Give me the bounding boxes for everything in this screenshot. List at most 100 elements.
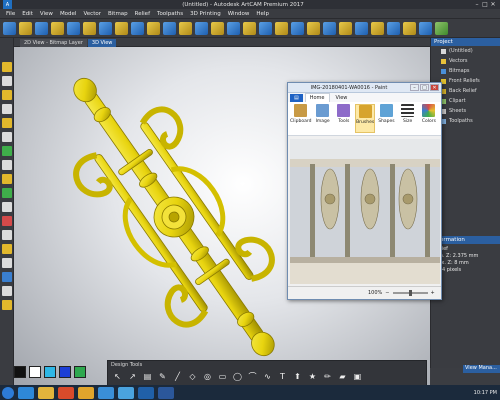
relief-tool-icon[interactable] (259, 21, 272, 35)
relief-tool-icon[interactable] (275, 21, 288, 35)
relief-tool-icon[interactable] (35, 21, 48, 35)
relief-tool-icon[interactable] (387, 21, 400, 35)
paint-window[interactable]: IMG-20180401-WA0016 - Paint – □ ✕ ▤ Home… (287, 82, 442, 300)
size-group[interactable]: Size (398, 104, 418, 133)
relief-tool-icon[interactable] (403, 21, 416, 35)
menu-relief[interactable]: Relief (135, 11, 150, 17)
relief-tool-icon[interactable] (371, 21, 384, 35)
tab-2d-view[interactable]: 2D View - Bitmap Layer (20, 39, 87, 47)
start-icon[interactable] (2, 386, 14, 399)
relief-tool-icon[interactable] (419, 21, 432, 35)
menu-window[interactable]: Window (228, 11, 250, 17)
tools-group[interactable]: Tools (334, 104, 354, 133)
paint-minimize-button[interactable]: – (410, 84, 419, 91)
relief-tool-icon[interactable] (195, 21, 208, 35)
ie-icon[interactable] (18, 386, 34, 399)
relief-tool-icon[interactable] (227, 21, 240, 35)
text-icon[interactable]: T (277, 371, 288, 382)
relief-tool-icon[interactable] (115, 21, 128, 35)
relief-tool-icon[interactable] (291, 21, 304, 35)
paint-canvas[interactable] (290, 139, 440, 284)
paint-maximize-button[interactable]: □ (420, 84, 429, 91)
ps-icon[interactable] (138, 386, 154, 399)
shapes-group[interactable]: Shapes (376, 104, 396, 133)
brush-icon[interactable]: ✎ (157, 371, 168, 382)
star-icon[interactable]: ★ (307, 371, 318, 382)
ellipse-icon[interactable]: ◯ (232, 371, 243, 382)
zoom-out-button[interactable]: − (385, 290, 389, 296)
tool-icon[interactable] (1, 202, 12, 212)
tab-3d-view[interactable]: 3D View (87, 39, 117, 47)
tool-icon[interactable] (1, 174, 12, 184)
fill-2-icon[interactable]: ▣ (352, 371, 363, 382)
artcam-icon[interactable] (98, 386, 114, 399)
relief-tool-icon[interactable] (323, 21, 336, 35)
relief-tool-icon[interactable] (51, 21, 64, 35)
paint-icon[interactable] (118, 386, 134, 399)
swatch-blue[interactable] (59, 366, 71, 378)
tool-icon[interactable] (1, 160, 12, 170)
node-edit-icon[interactable]: ↗ (127, 371, 138, 382)
tree-item-bitmaps[interactable]: Bitmaps (431, 66, 500, 76)
folder-icon[interactable] (38, 386, 54, 399)
paint-close-button[interactable]: ✕ (430, 84, 439, 91)
menu-view[interactable]: View (40, 11, 53, 17)
relief-tool-icon[interactable] (19, 21, 32, 35)
media-icon[interactable] (58, 386, 74, 399)
menu-help[interactable]: Help (256, 11, 269, 17)
menu-edit[interactable]: Edit (22, 11, 33, 17)
tool-icon[interactable] (1, 62, 12, 72)
swatch-white[interactable] (29, 366, 41, 378)
paint-tab-home[interactable]: Home (304, 93, 330, 102)
relief-tool-icon[interactable] (435, 21, 448, 35)
relief-tool-icon[interactable] (131, 21, 144, 35)
tool-icon[interactable] (1, 230, 12, 240)
dropper-icon[interactable]: ⬆ (292, 371, 303, 382)
tool-icon[interactable] (1, 188, 12, 198)
maximize-button[interactable]: □ (482, 1, 488, 8)
zoom-slider[interactable] (392, 290, 428, 296)
tool-icon[interactable] (1, 300, 12, 310)
tool-icon[interactable] (1, 132, 12, 142)
menu-model[interactable]: Model (60, 11, 77, 17)
close-button[interactable]: ✕ (490, 1, 496, 8)
paint-tab-view[interactable]: View (332, 94, 352, 102)
pencil-icon[interactable]: ╱ (172, 371, 183, 382)
clock[interactable]: 10:17 PM (474, 390, 497, 396)
tool-icon[interactable] (1, 258, 12, 268)
image-group[interactable]: Image (313, 104, 333, 133)
tool-icon[interactable] (1, 118, 12, 128)
relief-tool-icon[interactable] (179, 21, 192, 35)
fill-icon[interactable]: ◎ (202, 371, 213, 382)
relief-tool-icon[interactable] (307, 21, 320, 35)
eraser-icon[interactable]: ▤ (142, 371, 153, 382)
relief-tool-icon[interactable] (339, 21, 352, 35)
colors-group[interactable]: Colors (419, 104, 439, 133)
tool-icon[interactable] (1, 90, 12, 100)
paint-file-tab[interactable]: ▤ (290, 94, 303, 102)
polyline-icon[interactable]: ⌒ (247, 371, 258, 382)
tree-item-vectors[interactable]: Vectors (431, 56, 500, 66)
relief-tool-icon[interactable] (147, 21, 160, 35)
tool-icon[interactable] (1, 216, 12, 226)
minimize-button[interactable]: – (474, 1, 480, 8)
tool-icon[interactable] (1, 104, 12, 114)
menu-3d-printing[interactable]: 3D Printing (190, 11, 221, 17)
relief-tool-icon[interactable] (355, 21, 368, 35)
tool-icon[interactable] (1, 286, 12, 296)
tool-icon[interactable] (1, 76, 12, 86)
swatch-black[interactable] (14, 366, 26, 378)
word-icon[interactable] (158, 386, 174, 399)
menu-vector[interactable]: Vector (83, 11, 101, 17)
menu-file[interactable]: File (6, 11, 15, 17)
relief-tool-icon[interactable] (99, 21, 112, 35)
relief-tool-icon[interactable] (243, 21, 256, 35)
tool-icon[interactable] (1, 146, 12, 156)
select-arrow-icon[interactable]: ↖ (112, 371, 123, 382)
eraser-2-icon[interactable]: ▰ (337, 371, 348, 382)
brushes-group[interactable]: Brushes (354, 104, 376, 133)
swatch-green[interactable] (74, 366, 86, 378)
transform-icon[interactable]: ◇ (187, 371, 198, 382)
menu-toolpaths[interactable]: Toolpaths (157, 11, 183, 17)
tree-item-untitled[interactable]: (Untitled) (431, 46, 500, 56)
